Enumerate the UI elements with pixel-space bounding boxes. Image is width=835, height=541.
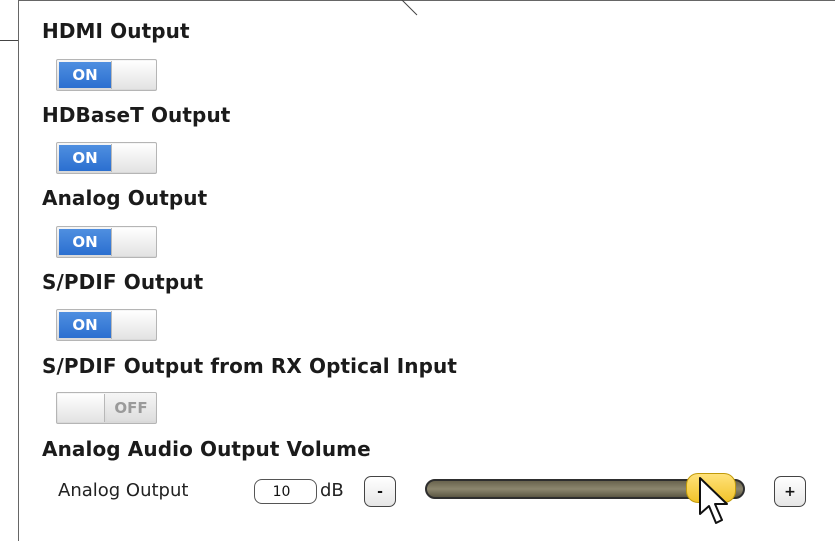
analog-output-volume-label: Analog Output [58,480,189,501]
toggle-knob [58,394,105,422]
analog-output-heading: Analog Output [42,186,208,210]
hdbaset-output-heading: HDBaseT Output [42,103,231,127]
volume-value-input[interactable] [254,479,317,504]
hdmi-output-heading: HDMI Output [42,19,190,43]
panel-decoration-line [401,0,418,16]
spdif-output-heading: S/PDIF Output [42,270,204,294]
hdmi-output-toggle[interactable]: ON [56,59,157,91]
volume-decrement-button[interactable]: - [364,476,396,507]
toggle-knob [111,144,156,172]
toggle-knob [111,311,156,339]
spdif-rx-optical-heading: S/PDIF Output from RX Optical Input [42,354,458,378]
analog-volume-heading: Analog Audio Output Volume [42,437,371,461]
volume-increment-button[interactable]: + [774,476,806,507]
toggle-on-label: ON [59,229,111,255]
toggle-on-label: ON [59,312,111,338]
analog-output-toggle[interactable]: ON [56,226,157,258]
outer-border-line [0,0,18,41]
spdif-rx-optical-toggle[interactable]: OFF [56,392,157,424]
toggle-off-label: OFF [107,395,155,421]
spdif-output-toggle[interactable]: ON [56,309,157,341]
toggle-on-label: ON [59,145,111,171]
mouse-pointer-icon [699,477,728,524]
volume-unit-label: dB [320,480,344,501]
hdbaset-output-toggle[interactable]: ON [56,142,157,174]
toggle-on-label: ON [59,62,111,88]
toggle-knob [111,61,156,89]
toggle-knob [111,228,156,256]
